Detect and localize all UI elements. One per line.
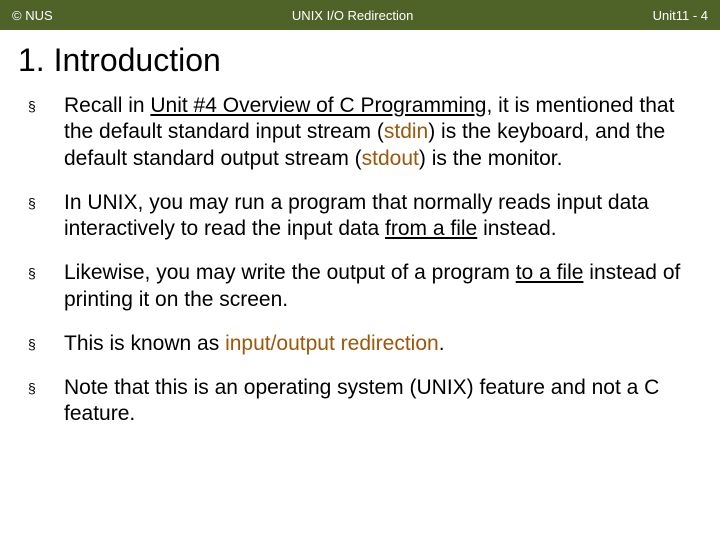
slide-body: § Recall in Unit #4 Overview of C Progra… [0, 93, 720, 428]
bullet-item: § Recall in Unit #4 Overview of C Progra… [28, 93, 692, 172]
bullet-text: Likewise, you may write the output of a … [64, 260, 692, 313]
copyright-text: © NUS [12, 8, 53, 23]
text-run: In UNIX, you may run a program that norm… [64, 191, 649, 240]
bullet-marker-icon: § [28, 375, 64, 398]
emphasis-from-file: from a file [385, 217, 477, 240]
bullet-item: § Note that this is an operating system … [28, 375, 692, 428]
bullet-text: This is known as input/output redirectio… [64, 331, 692, 357]
text-run: Likewise, you may write the output of a … [64, 261, 516, 284]
bullet-text: In UNIX, you may run a program that norm… [64, 190, 692, 243]
header-title: UNIX I/O Redirection [53, 8, 653, 23]
bullet-text: Note that this is an operating system (U… [64, 375, 692, 428]
keyword-stdout: stdout [362, 147, 419, 170]
page-reference: Unit11 - 4 [653, 8, 708, 23]
bullet-marker-icon: § [28, 93, 64, 116]
text-run: This is known as [64, 332, 225, 355]
bullet-marker-icon: § [28, 331, 64, 354]
bullet-marker-icon: § [28, 260, 64, 283]
unit-link: Unit #4 Overview of C Programming [150, 94, 486, 117]
keyword-stdin: stdin [384, 120, 428, 143]
bullet-text: Recall in Unit #4 Overview of C Programm… [64, 93, 692, 172]
slide-header: © NUS UNIX I/O Redirection Unit11 - 4 [0, 0, 720, 30]
text-run: instead. [477, 217, 556, 240]
emphasis-to-file: to a file [516, 261, 584, 284]
bullet-item: § This is known as input/output redirect… [28, 331, 692, 357]
text-run: . [439, 332, 445, 355]
text-run: ) is the monitor. [419, 147, 563, 170]
bullet-marker-icon: § [28, 190, 64, 213]
slide-title: 1. Introduction [18, 42, 720, 79]
bullet-item: § Likewise, you may write the output of … [28, 260, 692, 313]
text-run: Recall in [64, 94, 150, 117]
keyword-io-redirection: input/output redirection [225, 332, 439, 355]
text-run: Note that this is an operating system (U… [64, 376, 659, 425]
bullet-item: § In UNIX, you may run a program that no… [28, 190, 692, 243]
